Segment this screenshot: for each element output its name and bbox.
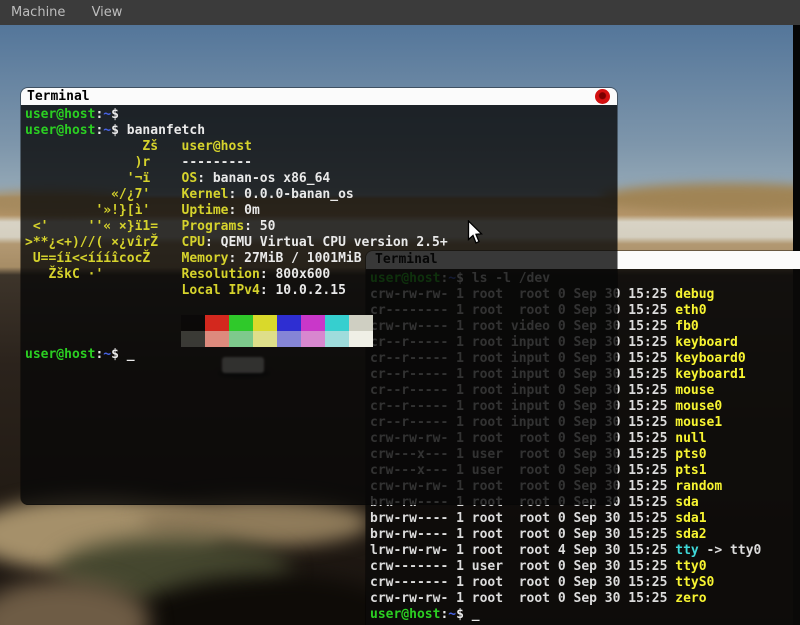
prompt-line: user@host:~$ _ [25,347,617,363]
ls-row: crw------- 1 user root 0 Sep 30 15:25 tt… [370,559,800,575]
wallpaper-hill [600,183,800,211]
command-line: user@host:~$ bananfetch [25,123,617,139]
prompt-line: user@host:~$ [25,107,617,123]
palette-swatch [277,315,301,331]
menu-item-machine[interactable]: Machine [11,5,65,20]
fetch-line: Local IPv4: 10.0.2.15 [25,283,617,299]
palette-swatch [325,315,349,331]
palette-swatch [181,315,205,331]
palette-swatch [301,331,325,347]
palette-swatch [325,331,349,347]
fetch-line: <' ''« ×}ï1=Programs: 50 [25,219,617,235]
terminal1-titlebar[interactable]: Terminal [21,88,617,105]
palette-swatch [349,331,373,347]
palette-swatch [229,331,253,347]
terminal1-title: Terminal [27,89,90,104]
palette-swatch [205,331,229,347]
palette-swatch [205,315,229,331]
fetch-line: Zšuser@host [25,139,617,155]
ls-row: crw------- 1 root root 0 Sep 30 15:25 tt… [370,575,800,591]
palette-row-normal [181,315,617,331]
fetch-line: ŽškC ·'Resolution: 800x600 [25,267,617,283]
palette-row-bright [181,331,617,347]
palette-swatch [301,315,325,331]
ls-row: brw-rw---- 1 root root 0 Sep 30 15:25 sd… [370,527,800,543]
ls-row: crw-rw-rw- 1 root root 0 Sep 30 15:25 ze… [370,591,800,607]
close-button[interactable] [595,89,610,104]
palette-swatch [253,315,277,331]
palette-swatch [277,331,301,347]
fetch-line: «/¿7'Kernel: 0.0.0-banan_os [25,187,617,203]
fetch-line: U==íï<<íííîcocŽMemory: 27MiB / 1001MiB [25,251,617,267]
palette-swatch [181,331,205,347]
ls-row: brw-rw---- 1 root root 0 Sep 30 15:25 sd… [370,511,800,527]
terminal-window-fetch: Terminal user@host:~$ user@host:~$ banan… [20,87,618,505]
fetch-line: '¬ïOS: banan-os x86_64 [25,171,617,187]
color-palette [181,315,617,347]
menu-bar: Machine View [0,0,800,25]
blank-line [25,299,617,315]
menu-item-view[interactable]: View [92,5,123,20]
terminal1-content[interactable]: user@host:~$ user@host:~$ bananfetch Zšu… [21,105,617,505]
vm-screen: Machine View Terminal user@host:~$ ls -l… [0,0,800,625]
fetch-output: Zšuser@host )r--------- '¬ïOS: banan-os … [25,139,617,299]
text-cursor: _ [464,607,480,622]
ls-row: lrw-rw-rw- 1 root root 4 Sep 30 15:25 tt… [370,543,800,559]
palette-swatch [229,315,253,331]
fetch-line: )r--------- [25,155,617,171]
fetch-line: >**¿<+)//( ×¿vîrŽCPU: QEMU Virtual CPU v… [25,235,617,251]
mouse-pointer-icon [467,220,485,246]
palette-swatch [253,331,277,347]
prompt-line: user@host:~$ _ [370,607,800,623]
palette-swatch [349,315,373,331]
fetch-line: '»!}[ì'Uptime: 0m [25,203,617,219]
text-cursor: _ [119,347,135,362]
